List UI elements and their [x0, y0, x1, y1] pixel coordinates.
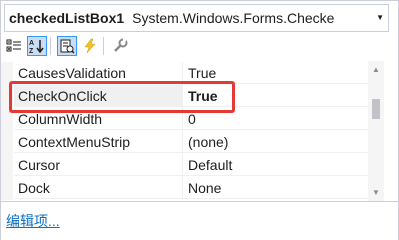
property-row-cursor[interactable]: Cursor Default: [1, 154, 381, 177]
toolbar-separator: [50, 37, 51, 55]
property-name: Dock: [14, 177, 182, 199]
property-name: ContextMenuStrip: [14, 131, 182, 153]
property-value[interactable]: True: [183, 62, 381, 84]
property-row-columnwidth[interactable]: ColumnWidth 0: [1, 108, 381, 131]
object-type: System.Windows.Forms.Checke: [132, 10, 335, 26]
events-button[interactable]: [80, 36, 100, 56]
vertical-scrollbar[interactable]: ▲ ▼: [368, 61, 384, 201]
property-pages-icon: [114, 38, 128, 52]
categorized-icon: [6, 39, 21, 52]
events-icon: [84, 38, 96, 54]
properties-window: checkedListBox1 System.Windows.Forms.Che…: [0, 0, 399, 240]
properties-toolbar: A Z: [1, 32, 398, 60]
properties-icon: [60, 39, 75, 54]
property-value[interactable]: None: [183, 177, 381, 199]
property-value[interactable]: (none): [183, 131, 381, 153]
commands-pane: 编辑项...: [1, 201, 398, 240]
edit-items-link[interactable]: 编辑项...: [6, 211, 60, 231]
object-selector[interactable]: checkedListBox1 System.Windows.Forms.Che…: [4, 4, 389, 32]
properties-button[interactable]: [57, 36, 77, 56]
property-name: Cursor: [14, 154, 182, 176]
property-value[interactable]: 0: [183, 108, 381, 130]
svg-text:A: A: [29, 40, 34, 47]
property-row-dock[interactable]: Dock None: [1, 177, 381, 200]
property-pages-button[interactable]: [110, 36, 130, 56]
categorized-button[interactable]: [4, 36, 24, 56]
property-value[interactable]: True: [183, 85, 381, 107]
property-grid: CausesValidation True CheckOnClick True …: [1, 61, 381, 201]
object-name: checkedListBox1: [9, 10, 125, 26]
alphabetical-icon: A Z: [29, 40, 44, 54]
scrollbar-thumb[interactable]: [372, 99, 380, 119]
scroll-down-icon[interactable]: ▼: [372, 188, 380, 197]
toolbar-separator: [103, 37, 104, 55]
dropdown-arrow-icon[interactable]: ▼: [376, 13, 384, 22]
property-name: ColumnWidth: [14, 108, 182, 130]
property-row-checkonclick[interactable]: CheckOnClick True: [1, 85, 381, 108]
property-row-contextmenustrip[interactable]: ContextMenuStrip (none): [1, 131, 381, 154]
property-name: CausesValidation: [14, 62, 182, 84]
property-name: CheckOnClick: [14, 85, 182, 107]
property-value[interactable]: Default: [183, 154, 381, 176]
scroll-up-icon[interactable]: ▲: [372, 65, 380, 74]
property-row-causesvalidation[interactable]: CausesValidation True: [1, 62, 381, 85]
svg-text:Z: Z: [29, 48, 34, 54]
alphabetical-button[interactable]: A Z: [27, 36, 47, 56]
